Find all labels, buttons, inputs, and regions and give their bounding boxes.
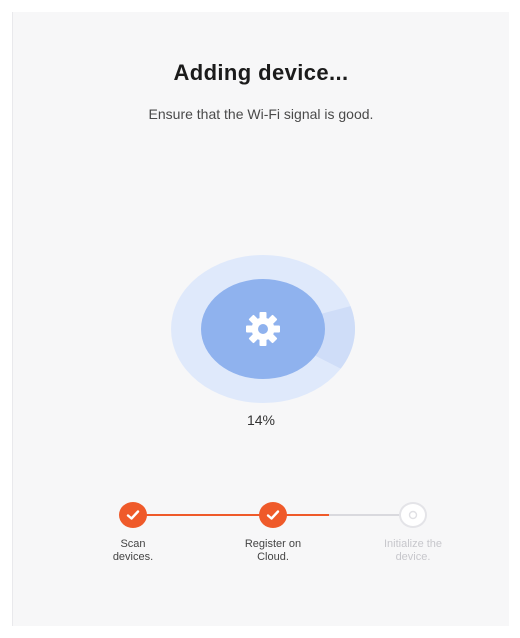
progress-steps: Scan devices. Register on Cloud. Initial…	[13, 502, 509, 592]
progress-indicator	[171, 255, 355, 403]
page-title: Adding device...	[173, 60, 349, 85]
page-subtitle: Ensure that the Wi-Fi signal is good.	[148, 106, 374, 122]
step-label-register: Register on Cloud.	[244, 538, 302, 563]
step-register-check	[259, 502, 287, 528]
gear-icon	[246, 312, 280, 346]
check-icon	[126, 510, 140, 520]
step-scan-check	[119, 502, 147, 528]
step-initialize-pending	[399, 502, 427, 528]
add-device-screen: Adding device... Ensure that the Wi-Fi s…	[12, 12, 509, 626]
step-connector-1	[139, 514, 273, 516]
step-label-scan: Scan devices.	[112, 538, 154, 563]
progress-percent: 14%	[246, 412, 276, 428]
pending-circle-icon	[408, 510, 418, 520]
check-icon	[266, 510, 280, 520]
progress-ring	[171, 255, 355, 403]
step-label-initialize: Initialize the device.	[383, 538, 443, 563]
